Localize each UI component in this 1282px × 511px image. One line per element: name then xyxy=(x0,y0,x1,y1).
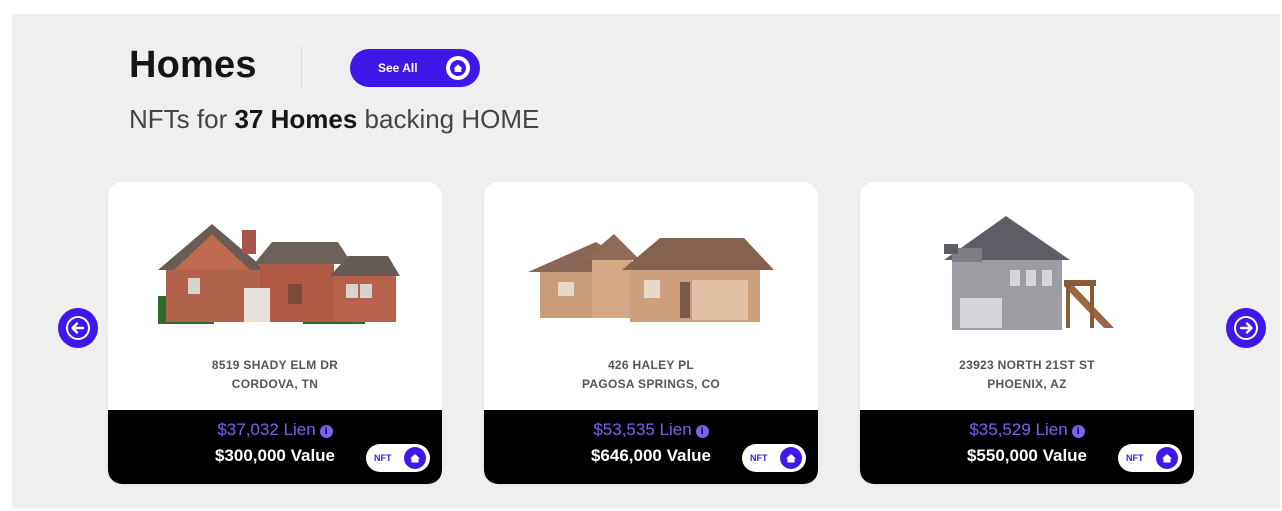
home-token-icon xyxy=(1156,447,1178,469)
house-image xyxy=(860,204,1194,354)
card-address: 8519 SHADY ELM DR CORDOVA, TN xyxy=(108,356,442,394)
address-line-2: PAGOSA SPRINGS, CO xyxy=(581,377,721,391)
lien-text: $35,529 Lien xyxy=(969,420,1068,439)
address-line-2: PHOENIX, AZ xyxy=(987,377,1067,391)
lien-amount: $35,529 Lien i xyxy=(860,420,1194,440)
title-divider xyxy=(301,46,302,88)
subtitle-prefix: NFTs for xyxy=(129,104,235,134)
info-icon[interactable]: i xyxy=(319,425,333,438)
card-footer: $37,032 Lien i $300,000 Value NFT xyxy=(108,410,442,484)
address-line-2: CORDOVA, TN xyxy=(231,377,319,391)
house-image xyxy=(484,204,818,354)
carousel-prev-button[interactable] xyxy=(58,308,98,348)
card-address: 426 HALEY PL PAGOSA SPRINGS, CO xyxy=(484,356,818,394)
nft-badge-label: NFT xyxy=(1126,453,1144,463)
see-all-button[interactable]: See All xyxy=(350,49,480,87)
arrow-left-icon xyxy=(66,316,90,340)
address-line-1: 23923 NORTH 21ST ST xyxy=(959,358,1095,372)
home-card[interactable]: 8519 SHADY ELM DR CORDOVA, TN $37,032 Li… xyxy=(108,182,442,484)
lien-amount: $53,535 Lien i xyxy=(484,420,818,440)
home-token-icon xyxy=(780,447,802,469)
info-icon[interactable]: i xyxy=(695,425,709,438)
nft-badge-label: NFT xyxy=(750,453,768,463)
home-card[interactable]: 23923 NORTH 21ST ST PHOENIX, AZ $35,529 … xyxy=(860,182,1194,484)
home-token-icon xyxy=(404,447,426,469)
lien-text: $37,032 Lien xyxy=(217,420,316,439)
arrow-right-icon xyxy=(1234,316,1258,340)
nft-badge[interactable]: NFT xyxy=(742,444,806,472)
section-title: Homes xyxy=(129,44,257,86)
home-token-icon xyxy=(446,56,470,80)
address-line-1: 426 HALEY PL xyxy=(607,358,695,372)
lien-amount: $37,032 Lien i xyxy=(108,420,442,440)
nft-badge[interactable]: NFT xyxy=(1118,444,1182,472)
info-icon[interactable]: i xyxy=(1071,425,1085,438)
section-subtitle: NFTs for 37 Homes backing HOME xyxy=(129,104,539,135)
nft-badge[interactable]: NFT xyxy=(366,444,430,472)
subtitle-count: 37 Homes xyxy=(234,104,358,134)
carousel-next-button[interactable] xyxy=(1226,308,1266,348)
card-address: 23923 NORTH 21ST ST PHOENIX, AZ xyxy=(860,356,1194,394)
subtitle-suffix: backing HOME xyxy=(357,104,540,134)
see-all-label: See All xyxy=(378,61,418,75)
home-card[interactable]: 426 HALEY PL PAGOSA SPRINGS, CO $53,535 … xyxy=(484,182,818,484)
homes-section: Homes See All NFTs for 37 Homes backing … xyxy=(12,14,1280,508)
house-image xyxy=(108,204,442,354)
lien-text: $53,535 Lien xyxy=(593,420,692,439)
address-line-1: 8519 SHADY ELM DR xyxy=(211,358,339,372)
card-footer: $53,535 Lien i $646,000 Value NFT xyxy=(484,410,818,484)
card-footer: $35,529 Lien i $550,000 Value NFT xyxy=(860,410,1194,484)
nft-badge-label: NFT xyxy=(374,453,392,463)
